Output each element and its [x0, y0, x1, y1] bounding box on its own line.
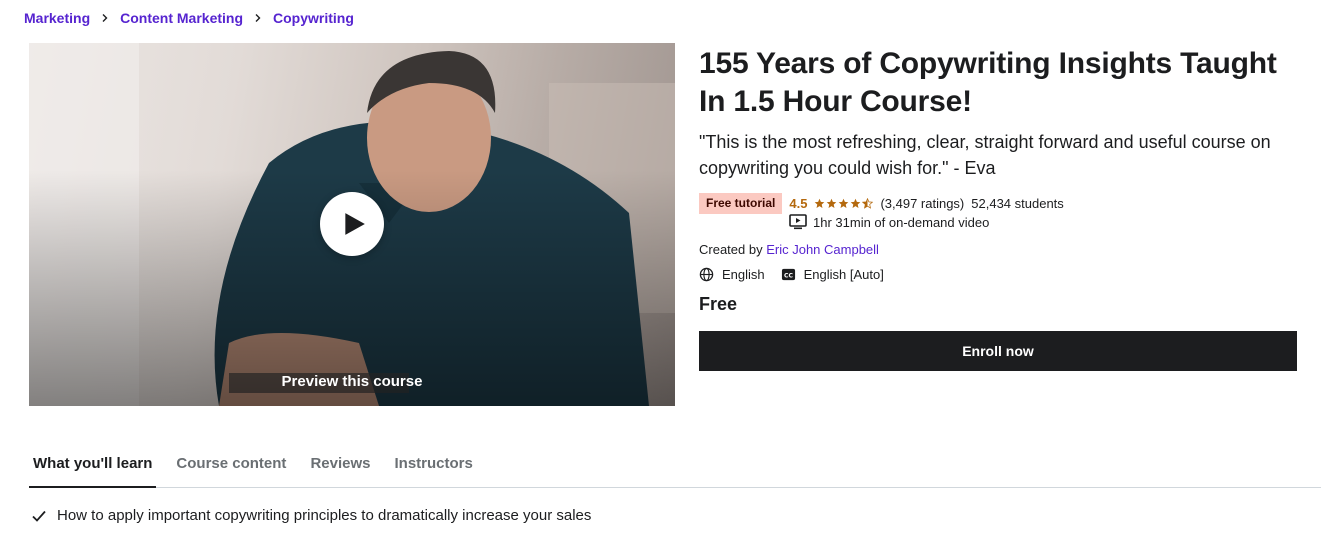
tab-course-content[interactable]: Course content — [172, 440, 290, 488]
tab-reviews[interactable]: Reviews — [306, 440, 374, 488]
language-text: English — [722, 267, 765, 282]
breadcrumb-copywriting[interactable]: Copywriting — [273, 10, 354, 26]
learn-item-text: How to apply important copywriting princ… — [57, 507, 592, 524]
course-title: 155 Years of Copywriting Insights Taught… — [699, 47, 1277, 118]
course-duration: 1hr 31min of on-demand video — [789, 214, 1299, 230]
closed-captions-icon: CC — [781, 268, 795, 281]
course-info: 155 Years of Copywriting Insights Taught… — [699, 45, 1299, 315]
star-icon — [827, 198, 837, 208]
created-by-label: Created by — [699, 242, 763, 257]
course-price: Free — [699, 294, 738, 314]
star-icon — [851, 198, 861, 208]
half-star-icon — [862, 197, 874, 209]
chevron-right-icon — [253, 13, 263, 23]
course-tabs: What you'll learn Course content Reviews… — [29, 440, 1321, 488]
students-count: 52,434 students — [971, 195, 1064, 211]
course-stats: Free tutorial 4.5 (3,497 ratings) 52,434… — [699, 192, 1299, 214]
list-item: How to apply important copywriting princ… — [31, 505, 611, 527]
captions-text: English [Auto] — [803, 267, 884, 282]
breadcrumb-marketing[interactable]: Marketing — [24, 10, 90, 26]
star-icon — [815, 198, 825, 208]
video-icon — [789, 214, 807, 230]
learn-list: How to apply important copywriting princ… — [31, 505, 611, 527]
course-preview[interactable]: Preview this course — [29, 43, 675, 406]
preview-label: Preview this course — [281, 373, 423, 390]
globe-icon — [699, 267, 714, 282]
created-by: Created by Eric John Campbell — [699, 242, 1299, 257]
breadcrumb-content-marketing[interactable]: Content Marketing — [120, 10, 243, 26]
free-tutorial-badge: Free tutorial — [699, 192, 783, 214]
instructor-link[interactable]: Eric John Campbell — [766, 242, 879, 257]
rating-value: 4.5 — [789, 195, 808, 211]
language-info: English CC English [Auto] — [699, 267, 1299, 282]
chevron-right-icon — [100, 13, 110, 23]
play-button[interactable] — [320, 192, 384, 256]
play-icon — [345, 213, 365, 235]
tab-instructors[interactable]: Instructors — [390, 440, 476, 488]
check-icon — [32, 510, 46, 522]
rating-stars — [814, 197, 874, 209]
enroll-button[interactable]: Enroll now — [699, 331, 1297, 371]
tab-what-youll-learn[interactable]: What you'll learn — [29, 440, 157, 488]
ratings-count[interactable]: (3,497 ratings) — [880, 196, 964, 211]
svg-text:CC: CC — [784, 272, 793, 279]
breadcrumb: Marketing Content Marketing Copywriting — [24, 10, 354, 26]
star-icon — [839, 198, 849, 208]
duration-text: 1hr 31min of on-demand video — [813, 214, 990, 230]
course-headline: "This is the most refreshing, clear, str… — [699, 132, 1271, 178]
